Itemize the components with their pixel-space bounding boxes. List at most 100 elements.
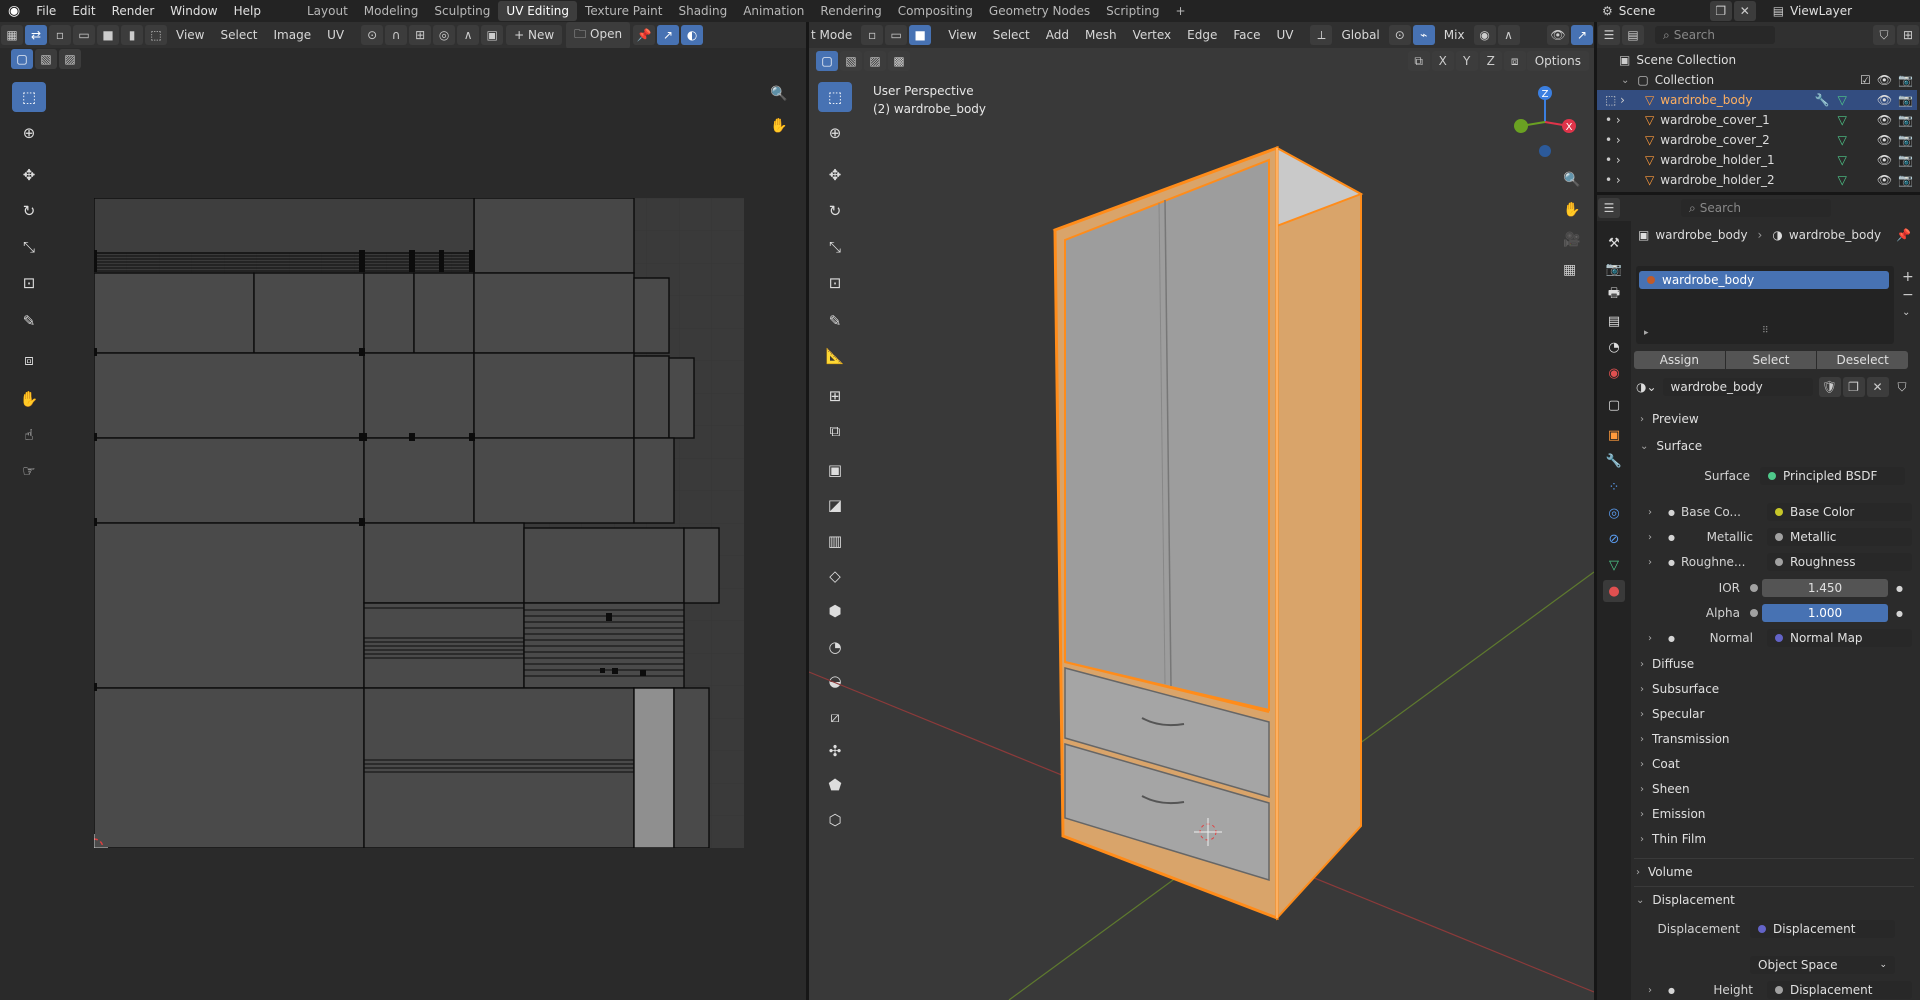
- tab-scripting[interactable]: Scripting: [1098, 1, 1167, 21]
- vp-menu-vertex[interactable]: Vertex: [1125, 25, 1180, 45]
- vp-menu-add[interactable]: Add: [1038, 25, 1077, 45]
- alpha-keyframe-icon[interactable]: ●: [1896, 609, 1903, 618]
- outliner-item-wardrobe-holder-1[interactable]: • › ▽ wardrobe_holder_1 ▽ 👁 📷: [1597, 150, 1917, 170]
- snap-target-icon[interactable]: ⊞: [409, 25, 432, 45]
- outliner-item-wardrobe-body[interactable]: ⬚ › ▽ wardrobe_body 🔧 ▽ 👁 📷: [1597, 90, 1917, 110]
- gizmo-neg-z-icon[interactable]: [1539, 145, 1551, 157]
- uv-sync-icon[interactable]: ⇄: [25, 25, 47, 45]
- subsection-sheen[interactable]: › Sheen: [1640, 778, 1690, 800]
- navigation-gizmo[interactable]: Z X: [1505, 82, 1585, 162]
- collection-render-icon[interactable]: 📷: [1898, 73, 1913, 87]
- render-camera-icon[interactable]: 📷: [1898, 93, 1913, 107]
- gizmo-icon[interactable]: ↗: [657, 25, 680, 45]
- modifier-tab-icon[interactable]: 🔧: [1603, 450, 1625, 472]
- tab-modeling[interactable]: Modeling: [356, 1, 427, 21]
- assign-button[interactable]: Assign: [1634, 351, 1725, 369]
- blender-logo-icon[interactable]: ◉: [0, 3, 28, 19]
- output-tab-icon[interactable]: 🖶: [1603, 284, 1625, 306]
- relax-tool-icon[interactable]: ☝: [12, 420, 46, 450]
- menu-window[interactable]: Window: [162, 4, 225, 18]
- material-name-field[interactable]: wardrobe_body: [1662, 378, 1813, 396]
- world-tab-icon[interactable]: ◉: [1603, 362, 1625, 384]
- delete-scene-icon[interactable]: ✕: [1733, 1, 1756, 21]
- tab-uv-editing[interactable]: UV Editing: [498, 1, 578, 21]
- vp-menu-edge[interactable]: Edge: [1179, 25, 1225, 45]
- proportional-falloff-icon[interactable]: ∧: [1497, 25, 1520, 45]
- input-link-field[interactable]: Metallic: [1766, 528, 1912, 546]
- duplicate-material-icon[interactable]: ❐: [1842, 377, 1865, 397]
- mirror-y-toggle[interactable]: Y: [1455, 51, 1478, 71]
- select-subtract-icon[interactable]: ▨: [59, 49, 81, 69]
- falloff-icon[interactable]: ∧: [457, 25, 480, 45]
- snap-icon[interactable]: ∩: [385, 25, 408, 45]
- ior-keyframe-icon[interactable]: ●: [1896, 584, 1903, 593]
- normal-link-field[interactable]: Normal Map: [1766, 629, 1912, 647]
- scene-collection-row[interactable]: ▣ Scene Collection: [1597, 50, 1917, 70]
- orientation-icon[interactable]: ⟂: [1310, 25, 1333, 45]
- tab-sculpting[interactable]: Sculpting: [426, 1, 498, 21]
- remove-slot-icon[interactable]: −: [1902, 286, 1914, 304]
- tab-rendering[interactable]: Rendering: [812, 1, 889, 21]
- outliner-item-wardrobe-cover-1[interactable]: • › ▽ wardrobe_cover_1 ▽ 👁 📷: [1597, 110, 1917, 130]
- vp-menu-mesh[interactable]: Mesh: [1077, 25, 1125, 45]
- viewport-gizmo-icon[interactable]: ↗: [1571, 25, 1593, 45]
- ortho-toggle-icon[interactable]: ▦: [1563, 262, 1576, 278]
- new-scene-icon[interactable]: ❐: [1709, 1, 1732, 21]
- sticky-select-icon[interactable]: ⬚: [145, 25, 167, 45]
- scene-tab-icon[interactable]: ◔: [1603, 336, 1625, 358]
- visibility-eye-icon[interactable]: 👁: [1877, 133, 1892, 147]
- scale-tool-icon[interactable]: ⤡: [12, 232, 46, 262]
- uv-menu-image[interactable]: Image: [266, 25, 320, 45]
- link-options-icon[interactable]: ⛉: [1898, 380, 1907, 395]
- alpha-slider[interactable]: 1.000: [1762, 604, 1888, 622]
- properties-editor-icon[interactable]: ☰: [1598, 198, 1620, 218]
- collection-visibility-icon[interactable]: 👁: [1877, 73, 1892, 87]
- rip-tool-icon[interactable]: ⧈: [12, 345, 46, 375]
- subsection-thin-film[interactable]: › Thin Film: [1640, 828, 1706, 850]
- pivot-point-icon[interactable]: ⊙: [1388, 25, 1411, 45]
- pin-panel-icon[interactable]: 📌: [1896, 228, 1911, 242]
- visibility-eye-icon[interactable]: 👁: [1877, 173, 1892, 187]
- uv-menu-view[interactable]: View: [168, 25, 212, 45]
- pin-icon[interactable]: 📌: [633, 25, 656, 45]
- visibility-eye-icon[interactable]: 👁: [1877, 93, 1892, 107]
- display-mode-icon[interactable]: ▤: [1622, 25, 1644, 45]
- pinch-tool-icon[interactable]: ☞: [12, 456, 46, 486]
- add-workspace-icon[interactable]: +: [1168, 1, 1194, 21]
- tab-layout[interactable]: Layout: [299, 1, 356, 21]
- surface-section[interactable]: ⌄ Surface: [1640, 435, 1702, 457]
- input-link-field[interactable]: Roughness: [1766, 553, 1912, 571]
- tab-animation[interactable]: Animation: [735, 1, 812, 21]
- select-mode-vertex-icon[interactable]: ▫: [49, 25, 71, 45]
- select-box-mode-icon[interactable]: ▢: [11, 49, 33, 69]
- space-dropdown[interactable]: Object Space ⌄: [1750, 956, 1895, 974]
- subsection-diffuse[interactable]: › Diffuse: [1640, 653, 1694, 675]
- deselect-button[interactable]: Deselect: [1817, 351, 1909, 369]
- vp-menu-face[interactable]: Face: [1225, 25, 1268, 45]
- vp-select-invert-icon[interactable]: ▩: [888, 51, 910, 71]
- displacement-section[interactable]: ⌄ Displacement: [1636, 889, 1735, 911]
- vertex-select-icon[interactable]: ▫: [861, 25, 884, 45]
- transform-orientation-dropdown[interactable]: Global: [1333, 25, 1387, 45]
- collection-checkbox[interactable]: ☑: [1860, 73, 1871, 87]
- displacement-link-field[interactable]: Displacement: [1750, 920, 1895, 938]
- vp-select-subtract-icon[interactable]: ▨: [864, 51, 886, 71]
- image-browse-icon[interactable]: ▣: [481, 25, 504, 45]
- vp-menu-uv[interactable]: UV: [1268, 25, 1301, 45]
- tab-shading[interactable]: Shading: [670, 1, 735, 21]
- proportional-edit-icon[interactable]: ◎: [433, 25, 456, 45]
- vp-pan-icon[interactable]: ✋: [1563, 202, 1580, 218]
- select-extend-icon[interactable]: ▧: [35, 49, 57, 69]
- proportional-edit-toggle-icon[interactable]: ◉: [1473, 25, 1496, 45]
- rotate-tool-icon[interactable]: ↻: [12, 196, 46, 226]
- data-tab-icon[interactable]: ▽: [1603, 554, 1625, 576]
- input-link-field[interactable]: Base Color: [1766, 503, 1912, 521]
- vp-menu-select[interactable]: Select: [985, 25, 1038, 45]
- zoom-icon[interactable]: 🔍: [770, 86, 787, 102]
- editor-type-icon[interactable]: ▦: [1, 25, 23, 45]
- subsection-specular[interactable]: › Specular: [1640, 703, 1704, 725]
- scene-name[interactable]: Scene: [1619, 4, 1709, 18]
- new-collection-icon[interactable]: ⊞: [1897, 25, 1919, 45]
- mode-selector[interactable]: t Mode: [809, 25, 860, 45]
- list-resize-handle[interactable]: ⠿: [1762, 326, 1769, 336]
